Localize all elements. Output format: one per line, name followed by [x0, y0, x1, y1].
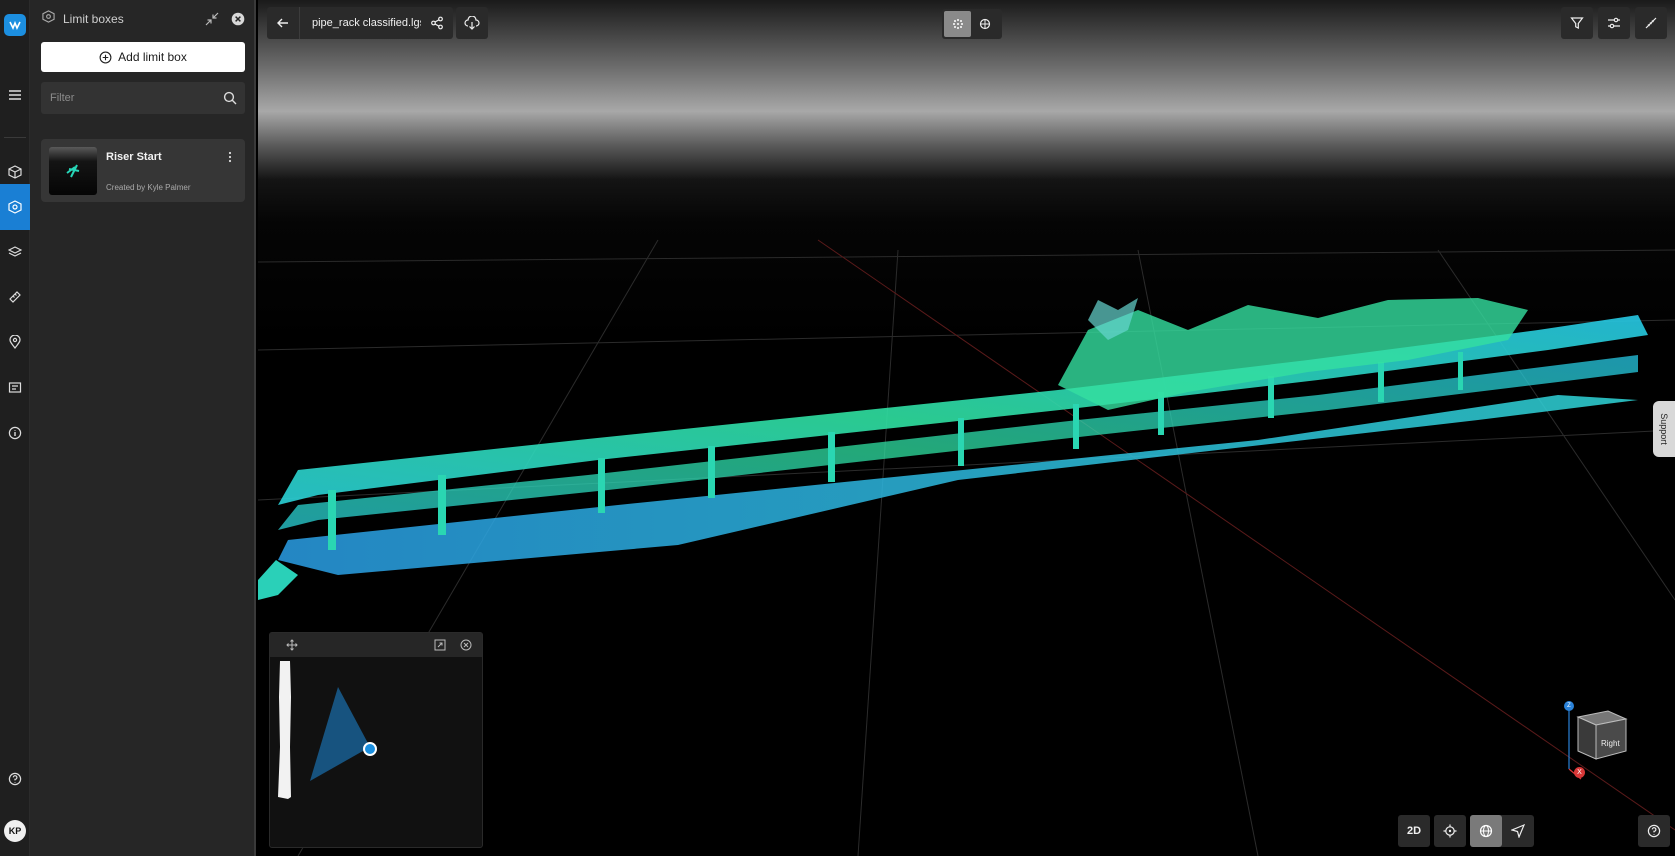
menu-icon[interactable] — [0, 72, 30, 118]
minimap[interactable] — [269, 632, 483, 848]
panel-header: Limit boxes — [42, 9, 248, 29]
support-label: Support — [1659, 413, 1669, 445]
add-limit-box-button[interactable]: Add limit box — [41, 42, 245, 72]
crosshair-icon — [1434, 815, 1466, 847]
layers-icon[interactable] — [0, 229, 30, 275]
limit-box-icon — [42, 10, 55, 28]
limit-box-name: Riser Start — [106, 151, 162, 163]
minimap-header — [270, 633, 482, 657]
point-cloud-mode-button[interactable] — [944, 11, 971, 37]
measure-tool-button[interactable] — [1635, 7, 1667, 39]
orbit-mode-button[interactable] — [1470, 815, 1502, 847]
ruler-icon[interactable] — [0, 274, 30, 320]
sliders-icon — [1598, 7, 1630, 39]
limit-box-card[interactable]: Riser Start Created by Kyle Palmer — [41, 139, 245, 202]
limit-box-creator: Created by Kyle Palmer — [106, 183, 191, 192]
minimap-cloud-footprint — [278, 661, 291, 799]
more-options-icon[interactable] — [223, 149, 237, 165]
x-axis-indicator: X — [1574, 767, 1585, 778]
help-button[interactable] — [1638, 815, 1670, 847]
share-icon — [421, 7, 453, 39]
cube-face-label: Right — [1601, 739, 1620, 748]
app-logo[interactable] — [4, 14, 26, 36]
back-button[interactable] — [267, 7, 299, 39]
minimap-view — [278, 661, 377, 799]
point-cloud-near-end — [258, 560, 298, 600]
navigation-mode-group — [1470, 815, 1534, 847]
view-2d-label: 2D — [1406, 825, 1422, 837]
render-mode-toggle — [942, 9, 1002, 39]
cloud-download-button[interactable] — [456, 7, 488, 39]
add-limit-box-label: Add limit box — [118, 50, 187, 64]
point-cloud-viewport[interactable]: pipe_rack classified.lgsx Support Right … — [258, 0, 1675, 856]
share-button[interactable] — [421, 7, 453, 39]
sphere-mode-button[interactable] — [971, 11, 998, 37]
avatar[interactable]: KP — [4, 820, 26, 842]
filter-button[interactable] — [1561, 7, 1593, 39]
support-tab[interactable]: Support — [1653, 401, 1675, 457]
limit-boxes-panel: Limit boxes Add limit box Riser Start Cr… — [30, 0, 256, 856]
close-panel-icon[interactable] — [228, 9, 248, 29]
navigation-cube[interactable]: Right Z X — [1556, 697, 1636, 781]
plus-circle-icon — [99, 51, 112, 63]
help-icon[interactable] — [0, 756, 30, 802]
expand-icon[interactable] — [430, 635, 450, 655]
collapse-icon[interactable] — [202, 9, 222, 29]
globe-icon — [1479, 824, 1493, 838]
ruler-icon — [1635, 7, 1667, 39]
filter-input[interactable] — [41, 82, 215, 114]
limit-box-thumbnail — [49, 147, 97, 195]
settings-sliders-button[interactable] — [1598, 7, 1630, 39]
focus-target-button[interactable] — [1434, 815, 1466, 847]
sphere-icon — [979, 18, 990, 30]
close-minimap-icon[interactable] — [456, 635, 476, 655]
filter-box — [41, 82, 245, 114]
walk-mode-button[interactable] — [1502, 815, 1534, 847]
cloud-download-icon — [456, 7, 488, 39]
panel-title: Limit boxes — [63, 12, 124, 26]
minimap-view-cone — [310, 687, 370, 781]
icon-rail: KP — [0, 0, 30, 856]
back-arrow-icon — [277, 18, 288, 28]
annotations-icon[interactable] — [0, 365, 30, 411]
z-axis-indicator: Z — [1564, 701, 1574, 711]
minimap-camera-marker — [363, 742, 377, 756]
info-icon[interactable] — [0, 410, 30, 456]
points-icon — [952, 19, 963, 29]
filter-icon — [1561, 7, 1593, 39]
file-toolbar: pipe_rack classified.lgsx — [267, 7, 443, 39]
view-2d-button[interactable]: 2D — [1398, 815, 1430, 847]
navigate-arrow-icon — [1511, 824, 1525, 838]
search-icon[interactable] — [215, 82, 245, 114]
rail-divider — [4, 137, 26, 138]
location-pin-icon[interactable] — [0, 319, 30, 365]
move-icon[interactable] — [282, 635, 302, 655]
help-icon — [1638, 815, 1670, 847]
limit-box-icon[interactable] — [0, 184, 30, 230]
